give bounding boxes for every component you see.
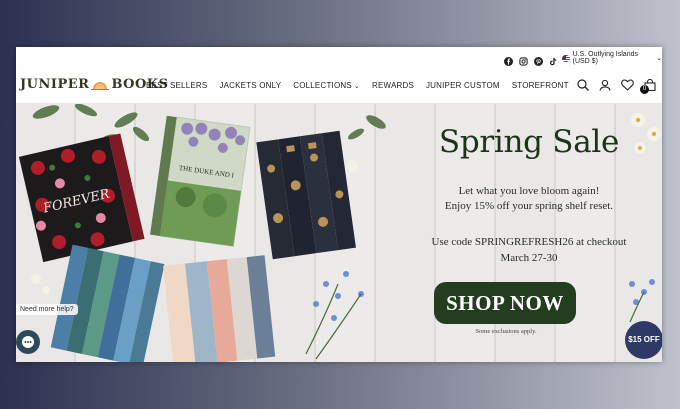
- exclusions-note: Some exclusions apply.: [475, 328, 537, 335]
- daisy-flowers-icon: [631, 113, 661, 154]
- search-icon[interactable]: [577, 79, 589, 91]
- facebook-icon[interactable]: [504, 53, 513, 66]
- instagram-icon[interactable]: [519, 53, 528, 66]
- nav-juniper-custom[interactable]: JUNIPER CUSTOM: [426, 81, 500, 90]
- nav-jackets-only[interactable]: JACKETS ONLY: [219, 81, 281, 90]
- header-icons: 0: [577, 79, 656, 94]
- promo-code-info: Use code SPRINGREFRESH26 at checkout Mar…: [396, 234, 662, 266]
- nav-collections-label: COLLECTIONS: [293, 81, 352, 90]
- shop-now-button[interactable]: SHOP NOW: [434, 282, 576, 324]
- browser-page: U.S. Outlying Islands (USD $) ⌄ JUNIPER …: [16, 47, 662, 362]
- chevron-down-icon: ⌄: [656, 55, 662, 62]
- account-icon[interactable]: [599, 79, 611, 91]
- social-links: [504, 53, 558, 66]
- nav-collections[interactable]: COLLECTIONS ⌄: [293, 81, 360, 90]
- cart-count-badge: 0: [640, 85, 649, 94]
- books-and-flowers-image: FOREVER THE DUKE AND I: [18, 104, 386, 362]
- chevron-down-icon: ⌄: [353, 83, 360, 90]
- cart-button[interactable]: 0: [640, 79, 656, 94]
- nav-links: BEST SELLERS JACKETS ONLY COLLECTIONS ⌄ R…: [146, 81, 569, 90]
- wishlist-heart-icon[interactable]: [621, 79, 634, 91]
- sun-logo-icon: [91, 81, 110, 90]
- bluebell-flowers-icon: [629, 279, 655, 323]
- promo-tagline: Let what you love bloom again! Enjoy 15%…: [396, 184, 662, 214]
- promo-code-line: Use code SPRINGREFRESH26 at checkout: [431, 236, 627, 248]
- region-label: U.S. Outlying Islands (USD $): [572, 51, 638, 65]
- nav-best-sellers[interactable]: BEST SELLERS: [146, 81, 207, 90]
- chat-button[interactable]: [16, 330, 40, 354]
- discount-badge[interactable]: $15 OFF: [625, 321, 662, 359]
- promo-dates: March 27-30: [500, 252, 558, 264]
- help-prompt[interactable]: Need more help?: [16, 304, 78, 315]
- promo-line-2: Enjoy 15% off your spring shelf reset.: [444, 200, 614, 212]
- pinterest-icon[interactable]: [534, 53, 543, 66]
- region-selector[interactable]: U.S. Outlying Islands (USD $) ⌄: [562, 51, 662, 65]
- main-navigation: JUNIPER BOOKS BEST SELLERS JACKETS ONLY …: [16, 69, 662, 104]
- utility-bar: U.S. Outlying Islands (USD $) ⌄: [16, 47, 662, 69]
- hero-banner[interactable]: FOREVER THE DUKE AND I Spring Sale Let w…: [16, 104, 662, 362]
- sale-headline: Spring Sale: [438, 124, 620, 160]
- nav-storefront[interactable]: STOREFRONT: [512, 81, 569, 90]
- promo-panel: Spring Sale Let what you love bloom agai…: [396, 104, 662, 362]
- chat-bubble-icon: [22, 336, 34, 348]
- us-flag-icon: [562, 54, 570, 62]
- nav-rewards[interactable]: REWARDS: [372, 81, 414, 90]
- tiktok-icon[interactable]: [549, 53, 558, 66]
- promo-line-1: Let what you love bloom again!: [458, 185, 600, 197]
- logo-text-left: JUNIPER: [20, 77, 90, 92]
